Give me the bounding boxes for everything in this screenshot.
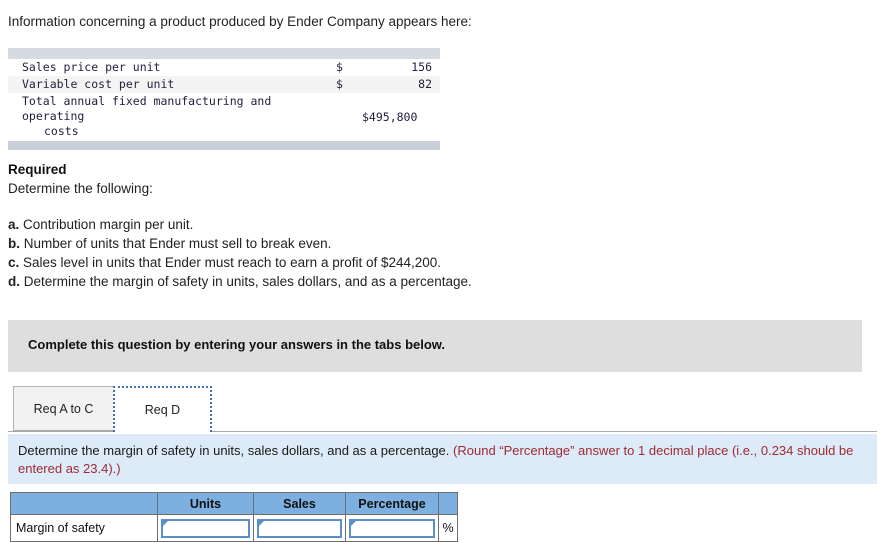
- answer-header-symbol: [438, 492, 458, 515]
- table-row: Variable cost per unit $ 82: [8, 76, 440, 93]
- facts-row-label: Total annual fixed manufacturing and ope…: [8, 93, 336, 141]
- answer-cell-percentage: [345, 514, 439, 542]
- facts-table-top-band: [8, 48, 440, 59]
- table-row: Total annual fixed manufacturing and ope…: [8, 93, 440, 141]
- list-item: a. Contribution margin per unit.: [8, 215, 472, 234]
- facts-row-currency: $: [336, 76, 362, 93]
- list-item-text: Determine the margin of safety in units,…: [23, 274, 472, 289]
- product-facts-table: Sales price per unit $ 156 Variable cost…: [8, 48, 440, 150]
- answer-header-sales: Sales: [253, 492, 346, 515]
- percent-symbol-cell: %: [438, 514, 458, 542]
- required-heading: Required: [8, 162, 67, 177]
- facts-row-label: Sales price per unit: [22, 60, 161, 74]
- sales-input-wrapper[interactable]: [257, 518, 342, 538]
- instruction-main: Determine the margin of safety in units,…: [18, 443, 450, 458]
- tab-label: Req D: [144, 403, 181, 417]
- list-item-text: Contribution margin per unit.: [23, 217, 194, 232]
- list-item-marker: c.: [8, 255, 20, 270]
- instruction-panel: Determine the margin of safety in units,…: [8, 434, 877, 484]
- list-item-text: Sales level in units that Ender must rea…: [23, 255, 442, 270]
- percentage-input-wrapper[interactable]: [349, 518, 435, 538]
- sales-input[interactable]: [259, 520, 340, 536]
- percentage-input[interactable]: [351, 520, 433, 536]
- units-input-wrapper[interactable]: [161, 518, 250, 538]
- list-item-marker: a.: [8, 217, 20, 232]
- list-item: c. Sales level in units that Ender must …: [8, 253, 472, 272]
- answer-header-blank: [10, 492, 158, 515]
- required-items-list: a. Contribution margin per unit. b. Numb…: [8, 215, 472, 291]
- required-subheading: Determine the following:: [8, 181, 153, 196]
- answer-cell-sales: [253, 514, 346, 542]
- facts-table-bottom-band: [8, 141, 440, 150]
- facts-row-value: $495,800: [362, 109, 418, 124]
- tab-req-a-to-c[interactable]: Req A to C: [13, 386, 114, 431]
- list-item: d. Determine the margin of safety in uni…: [8, 272, 472, 291]
- table-row: Sales price per unit $ 156: [8, 59, 440, 76]
- tab-label: Req A to C: [33, 401, 94, 416]
- facts-row-label-line2: costs: [44, 124, 79, 138]
- list-item-text: Number of units that Ender must sell to …: [23, 236, 332, 251]
- answer-row-label: Margin of safety: [10, 514, 158, 542]
- instruction-text: Determine the margin of safety in units,…: [18, 442, 864, 478]
- list-item-marker: d.: [8, 274, 20, 289]
- table-header-row: Units Sales Percentage: [10, 492, 458, 515]
- facts-row-label: Variable cost per unit: [8, 76, 336, 93]
- facts-row-value: 82: [362, 76, 440, 93]
- facts-row-currency-blank: [336, 93, 362, 141]
- list-item: b. Number of units that Ender must sell …: [8, 234, 472, 253]
- complete-question-text: Complete this question by entering your …: [28, 337, 446, 352]
- margin-of-safety-answer-table: Units Sales Percentage Margin of safety …: [10, 492, 458, 542]
- answer-cell-units: [157, 514, 254, 542]
- tab-req-d[interactable]: Req D: [113, 386, 212, 432]
- table-row: Margin of safety %: [10, 514, 458, 542]
- facts-row-currency: $: [336, 60, 343, 74]
- facts-row-value: 156: [411, 60, 432, 74]
- list-item-marker: b.: [8, 236, 20, 251]
- tab-strip: Req A to C Req D: [8, 386, 877, 433]
- answer-header-units: Units: [157, 492, 254, 515]
- complete-question-banner: Complete this question by entering your …: [8, 320, 862, 372]
- answer-header-percentage: Percentage: [345, 492, 439, 515]
- facts-row-label-line1: Total annual fixed manufacturing and ope…: [22, 94, 272, 123]
- intro-text: Information concerning a product produce…: [8, 14, 472, 29]
- units-input[interactable]: [163, 520, 248, 536]
